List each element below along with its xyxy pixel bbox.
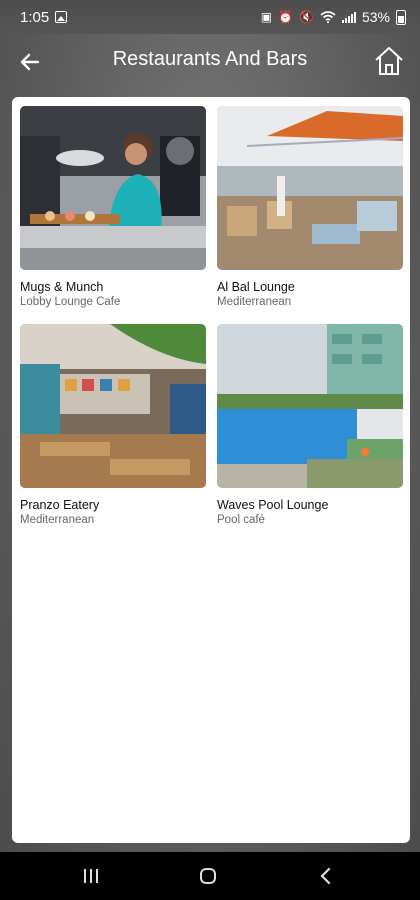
signal-icon (341, 11, 356, 23)
venue-name: Pranzo Eatery (20, 498, 100, 512)
venue-subtitle: Pool café (217, 514, 265, 526)
status-time: 1:05 (20, 8, 50, 26)
gallery-icon (55, 11, 68, 23)
venue-photo (217, 106, 403, 270)
venue-list-panel: Mugs & Munch Lobby Lounge Cafe Al Bal Lo… (12, 97, 410, 843)
system-nav-bar (0, 852, 420, 900)
venue-name: Waves Pool Lounge (217, 498, 329, 512)
home-icon[interactable] (372, 44, 406, 78)
venue-subtitle: Lobby Lounge Cafe (20, 296, 121, 308)
venue-photo (20, 324, 206, 488)
venue-name: Al Bal Lounge (217, 280, 295, 294)
venue-name: Mugs & Munch (20, 280, 104, 294)
mute-icon: 🔇 (299, 10, 314, 24)
venue-card-al-bal-lounge[interactable]: Al Bal Lounge Mediterranean (217, 106, 403, 309)
wifi-icon (320, 11, 336, 23)
venue-card-waves-pool-lounge[interactable]: Waves Pool Lounge Pool café (217, 324, 403, 527)
venue-card-pranzo-eatery[interactable]: Pranzo Eatery Mediterranean (20, 324, 206, 527)
venue-photo (217, 324, 403, 488)
venue-subtitle: Mediterranean (217, 296, 292, 308)
venue-card-mugs-munch[interactable]: Mugs & Munch Lobby Lounge Cafe (20, 106, 206, 309)
recent-apps-icon[interactable] (75, 864, 107, 888)
venue-subtitle: Mediterranean (20, 514, 95, 526)
lock-icon: ▣ (260, 10, 273, 24)
back-chevron-icon[interactable] (310, 864, 342, 888)
battery-icon (396, 9, 406, 25)
page-title: Restaurants And Bars (112, 48, 308, 70)
app-header: Restaurants And Bars (0, 34, 420, 90)
alarm-icon: ⏰ (278, 10, 294, 24)
status-bar: 1:05 ▣ ⏰ 🔇 53% (0, 0, 420, 34)
home-circle-icon[interactable] (192, 864, 224, 888)
battery-percent: 53% (361, 9, 390, 25)
venue-photo (20, 106, 206, 270)
